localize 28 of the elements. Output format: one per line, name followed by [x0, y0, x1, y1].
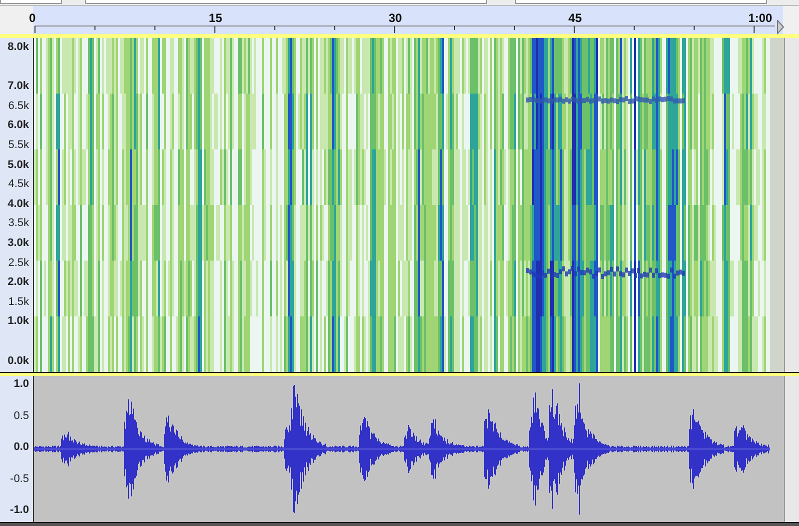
axis-label: 3.5k	[8, 217, 29, 230]
axis-label: -0.5	[10, 472, 29, 484]
axis-label: 5.0k	[8, 158, 29, 171]
axis-label: 1.5k	[8, 296, 29, 308]
scrollbar-track[interactable]	[784, 376, 799, 522]
axis-label: 4.5k	[8, 178, 29, 190]
ruler-label: 0	[29, 11, 36, 25]
axis-label: 0.0k	[8, 354, 29, 367]
ruler-label: 15	[208, 11, 222, 25]
axis-label: -1.0	[10, 504, 29, 516]
axis-label: 1.0	[14, 378, 29, 390]
scrollbar-track[interactable]	[784, 38, 799, 372]
axis-label: 6.0k	[8, 119, 29, 132]
axis-label: 2.5k	[8, 256, 29, 269]
axis-label: 5.5k	[8, 139, 29, 151]
playhead-marker-icon[interactable]	[777, 20, 784, 34]
ruler-label: 1:00	[748, 11, 772, 25]
axis-label: 6.5k	[8, 100, 29, 112]
axis-label: 0.0	[14, 441, 29, 453]
axis-label: 7.0k	[8, 80, 29, 92]
ruler-label: 30	[388, 11, 402, 25]
axis-label: 0.5	[14, 410, 29, 422]
axis-label: 2.0k	[8, 276, 29, 288]
axis-label: 8.0k	[8, 41, 29, 53]
axis-label: 4.0k	[8, 198, 29, 210]
axis-label: 1.0k	[8, 315, 29, 328]
ruler-label: 45	[568, 11, 582, 25]
axis-label: 3.0k	[8, 237, 29, 249]
